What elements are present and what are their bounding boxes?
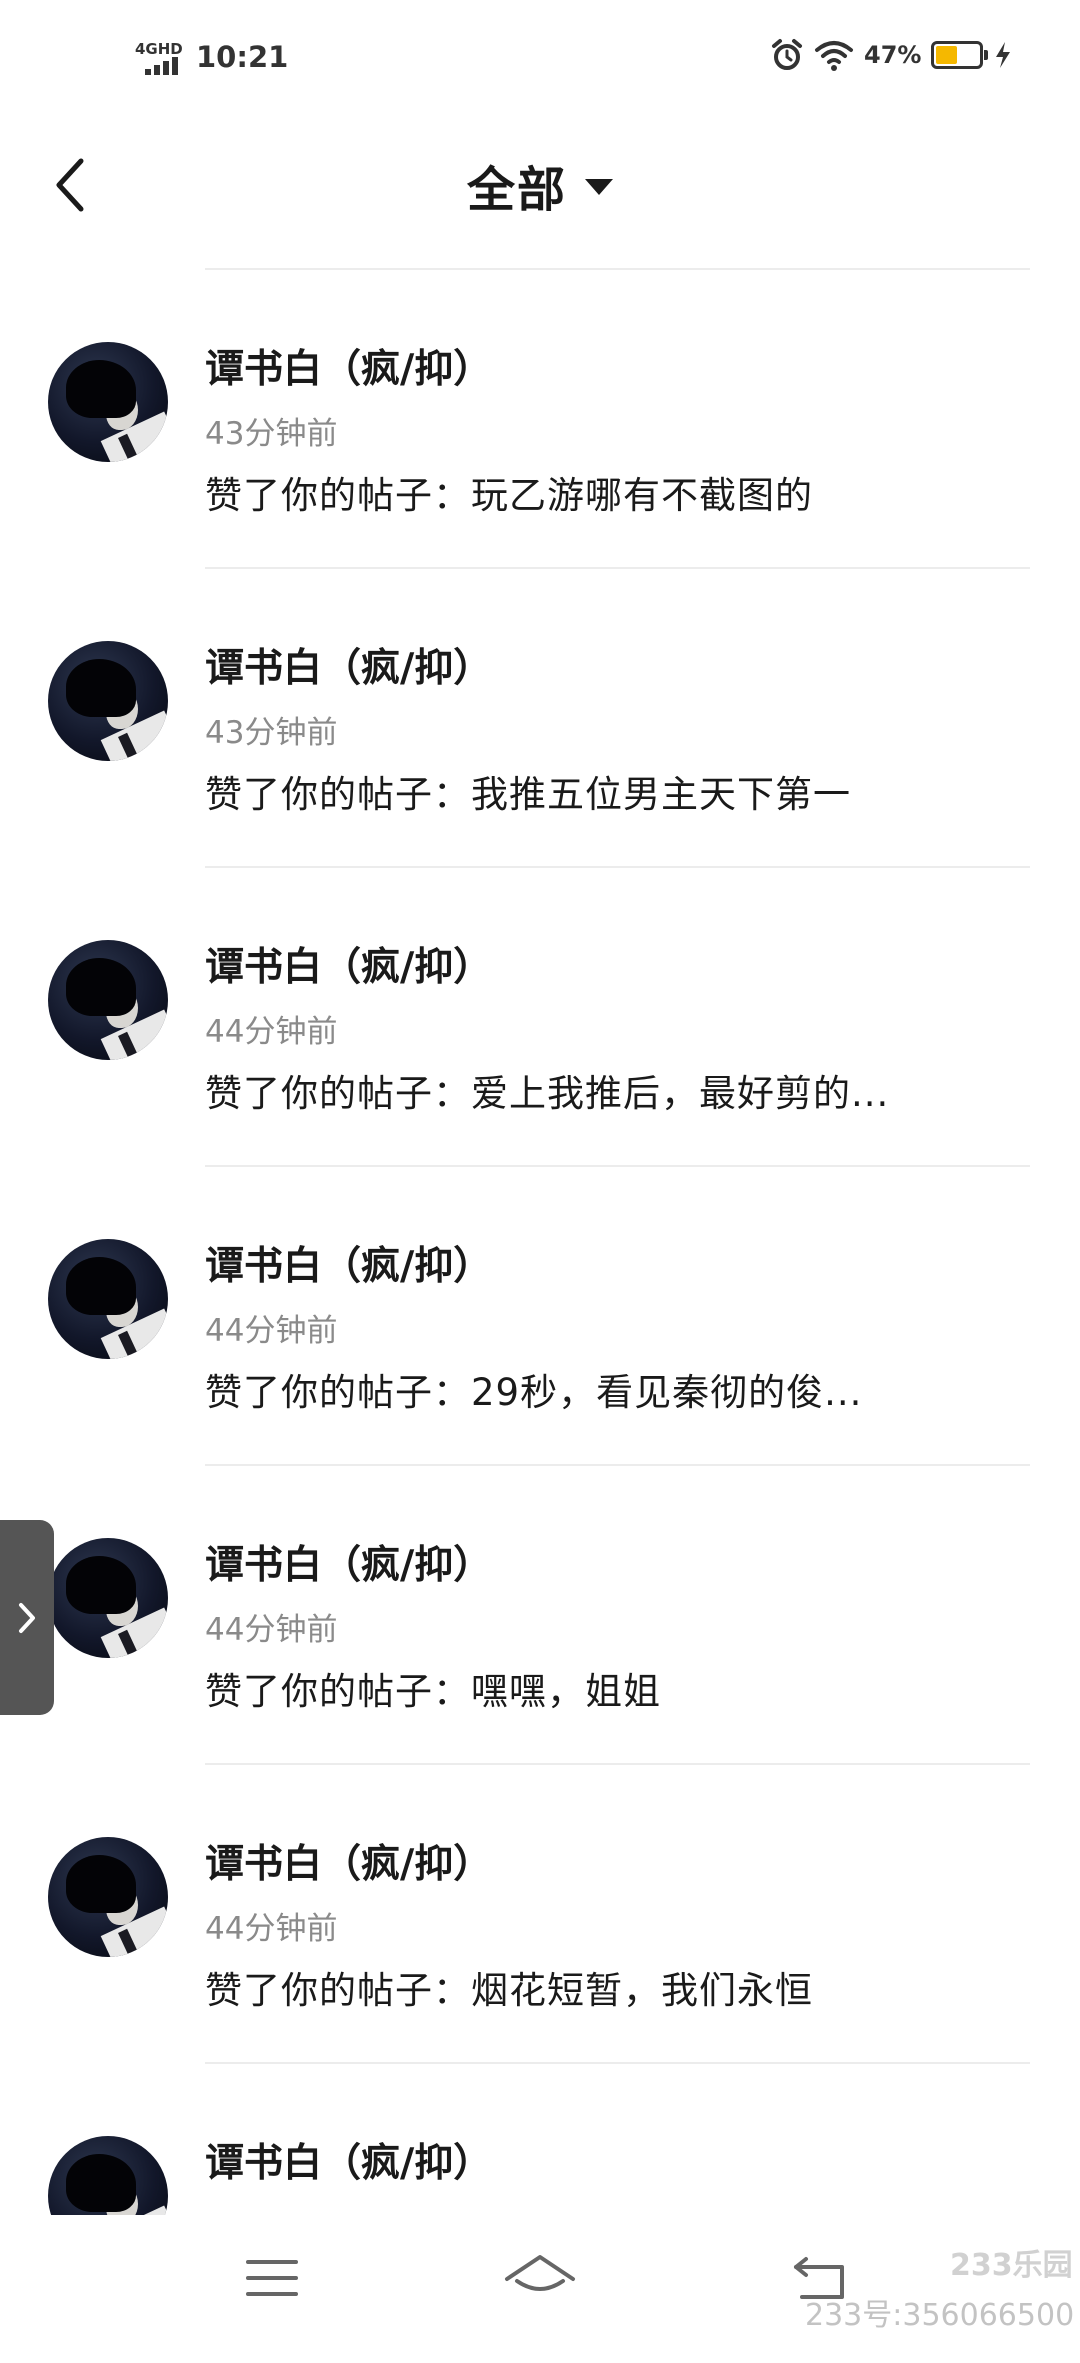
list-item[interactable]: 谭书白（疯/抑） 44分钟前 赞了你的帖子：爱上我推后，最好剪的... [0,868,1080,1167]
notification-text[interactable]: 赞了你的帖子：29秒，看见秦彻的俊... [205,1362,862,1416]
network-type: 4GHD [135,40,183,58]
list-item[interactable]: 谭书白（疯/抑） 44分钟前 赞了你的帖子：烟花短暂，我们永恒 [0,1765,1080,2064]
chevron-right-icon [19,1602,35,1633]
avatar[interactable] [48,1239,168,1359]
notification-text[interactable]: 赞了你的帖子：烟花短暂，我们永恒 [205,1960,813,2014]
caret-down-icon [585,179,613,195]
avatar[interactable] [48,940,168,1060]
header: 全部 [0,120,1080,270]
menu-button[interactable] [232,2245,312,2311]
charging-icon [996,42,1011,68]
battery-icon [931,41,989,69]
watermark-logo: 233乐园 [950,2248,1073,2283]
timestamp: 44分钟前 [205,1612,338,1648]
user-name[interactable]: 谭书白（疯/抑） [205,1235,492,1291]
side-drawer-tab[interactable] [0,1520,54,1715]
timestamp: 44分钟前 [205,1014,338,1050]
notification-text[interactable]: 赞了你的帖子：嘿嘿，姐姐 [205,1661,661,1715]
status-time: 10:21 [196,40,289,74]
menu-icon [246,2260,298,2296]
timestamp: 43分钟前 [205,715,338,751]
user-name[interactable]: 谭书白（疯/抑） [205,936,492,992]
wifi-icon [815,41,853,71]
page-title: 全部 [466,162,567,218]
filter-dropdown[interactable]: 全部 [0,140,1080,230]
avatar[interactable] [48,1538,168,1658]
timestamp: 44分钟前 [205,1911,338,1947]
list-item[interactable]: 谭书白（疯/抑） 44分钟前 赞了你的帖子：29秒，看见秦彻的俊... [0,1167,1080,1466]
notification-list: 谭书白（疯/抑） 43分钟前 赞了你的帖子：玩乙游哪有不截图的 谭书白（疯/抑）… [0,270,1080,2363]
home-icon [505,2255,575,2291]
avatar[interactable] [48,342,168,462]
user-name[interactable]: 谭书白（疯/抑） [205,1833,492,1889]
list-item[interactable]: 谭书白（疯/抑） 43分钟前 赞了你的帖子：玩乙游哪有不截图的 [0,270,1080,569]
status-bar: 4GHD 10:21 47% [0,0,1080,120]
list-item[interactable]: 谭书白（疯/抑） 43分钟前 赞了你的帖子：我推五位男主天下第一 [0,569,1080,868]
battery-percent: 47% [864,41,922,69]
cellular-signal-icon: 4GHD [135,40,187,76]
user-name[interactable]: 谭书白（疯/抑） [205,338,492,394]
avatar[interactable] [48,1837,168,1957]
timestamp: 44分钟前 [205,1313,338,1349]
user-name[interactable]: 谭书白（疯/抑） [205,2132,492,2188]
avatar[interactable] [48,641,168,761]
home-button[interactable] [500,2245,580,2311]
list-item[interactable]: 谭书白（疯/抑） 44分钟前 赞了你的帖子：嘿嘿，姐姐 [0,1466,1080,1765]
notification-text[interactable]: 赞了你的帖子：玩乙游哪有不截图的 [205,465,813,519]
user-name[interactable]: 谭书白（疯/抑） [205,1534,492,1590]
timestamp: 43分钟前 [205,416,338,452]
alarm-icon [772,39,802,70]
notification-text[interactable]: 赞了你的帖子：爱上我推后，最好剪的... [205,1063,889,1117]
watermark-id: 233号:356066500 [805,2298,1075,2333]
user-name[interactable]: 谭书白（疯/抑） [205,637,492,693]
notification-text[interactable]: 赞了你的帖子：我推五位男主天下第一 [205,764,851,818]
